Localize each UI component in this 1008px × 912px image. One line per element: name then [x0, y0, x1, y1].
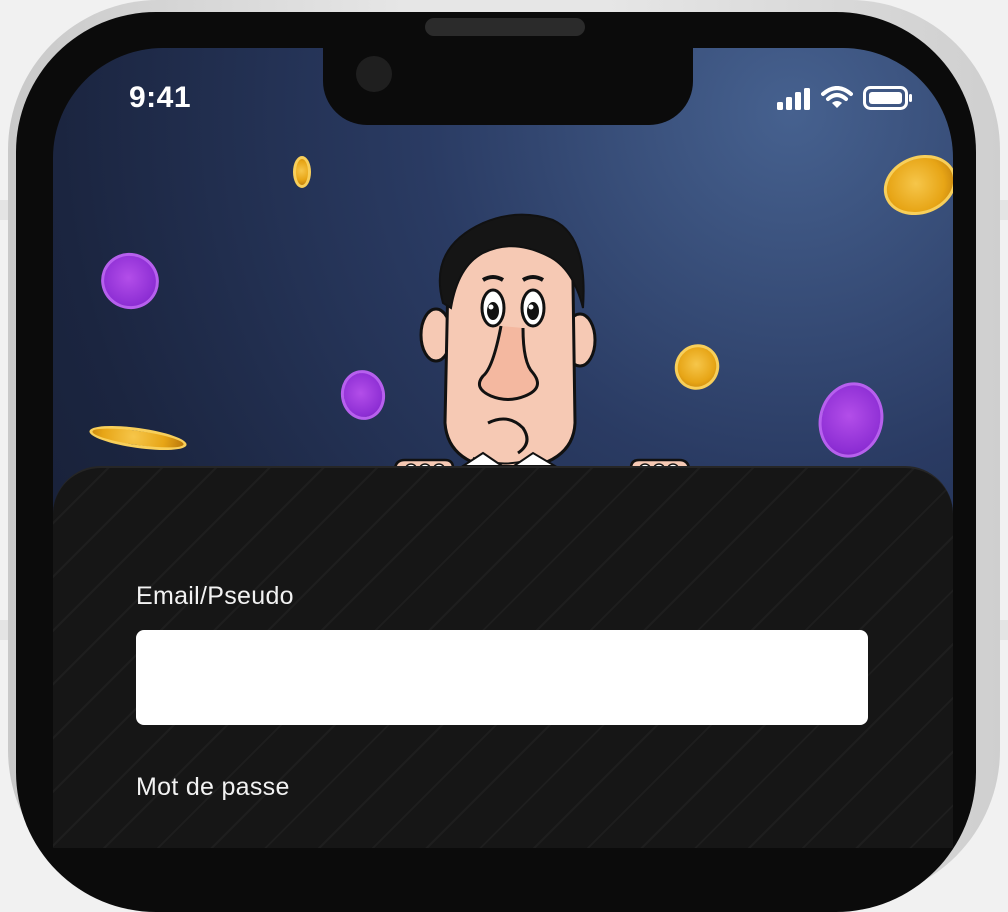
gold-coin-icon — [88, 421, 188, 455]
wifi-icon — [821, 86, 853, 108]
purple-coin-icon — [93, 244, 167, 318]
password-label: Mot de passe — [136, 773, 290, 801]
gold-coin-icon — [293, 156, 311, 188]
cartoon-man-illustration — [393, 213, 691, 478]
battery-icon — [863, 86, 912, 110]
gold-coin-icon — [875, 145, 953, 225]
front-camera — [356, 56, 392, 92]
purple-coin-icon — [810, 375, 892, 465]
cellular-signal-icon — [777, 88, 810, 110]
login-sheet: Email/Pseudo Mot de passe — [53, 466, 953, 848]
phone-screen: 9:41 Email/Pseudo Mot de passe — [53, 48, 953, 848]
status-icons — [777, 86, 913, 110]
status-time: 9:41 — [129, 81, 192, 114]
email-label: Email/Pseudo — [136, 582, 294, 610]
speaker-grille — [425, 18, 585, 36]
notch — [323, 48, 693, 125]
email-field[interactable] — [136, 630, 868, 725]
